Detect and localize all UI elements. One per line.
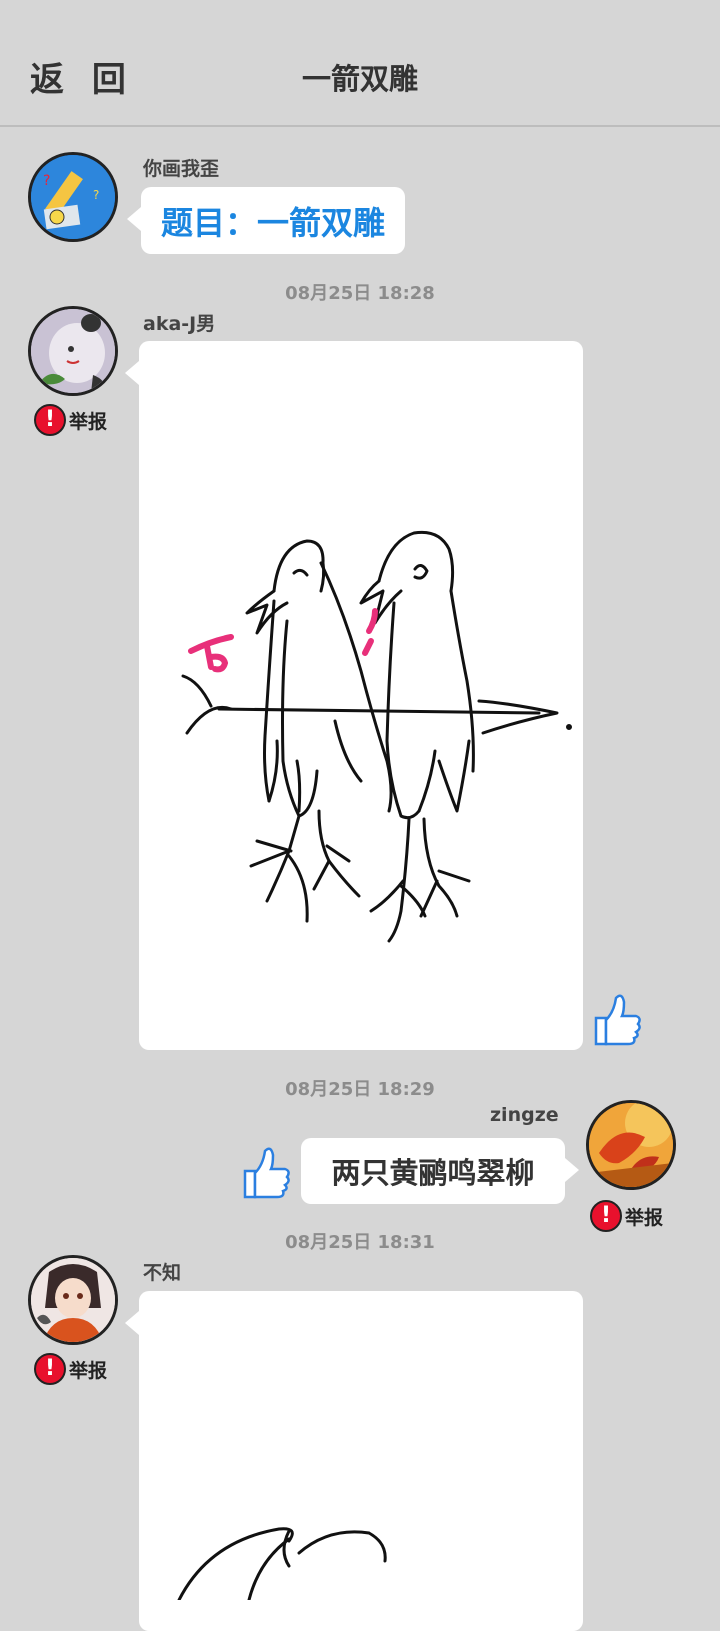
drawing-bubble[interactable] bbox=[125, 1291, 583, 1631]
drawing-canvas bbox=[181, 530, 572, 943]
top-bar: 返 回 一箭双雕 bbox=[0, 0, 720, 127]
prompt-text: 题目：一箭双雕 bbox=[160, 203, 385, 242]
report-button[interactable]: ! 举报 bbox=[34, 401, 107, 439]
system-avatar[interactable]: ? ? bbox=[28, 152, 118, 242]
prompt-bubble: 题目：一箭双雕 bbox=[127, 187, 405, 254]
exclamation-icon: ! bbox=[34, 404, 66, 436]
system-nickname: 你画我歪 bbox=[143, 158, 220, 180]
timestamp: 08月25日 18:31 bbox=[285, 1232, 435, 1253]
user-avatar[interactable] bbox=[28, 306, 118, 396]
drawing-bubble[interactable] bbox=[125, 341, 583, 1050]
report-label: 举报 bbox=[69, 410, 108, 433]
user-avatar[interactable] bbox=[586, 1100, 676, 1190]
timestamp: 08月25日 18:28 bbox=[285, 283, 435, 304]
drawing-canvas bbox=[177, 1527, 387, 1600]
user-nickname: aka-J男 bbox=[143, 313, 216, 335]
exclamation-icon: ! bbox=[34, 1353, 66, 1385]
report-label: 举报 bbox=[69, 1359, 108, 1382]
message-bubble: 两只黄鹂鸣翠柳 bbox=[301, 1138, 579, 1204]
user-nickname: zingze bbox=[490, 1104, 559, 1126]
timestamp: 08月25日 18:29 bbox=[285, 1079, 435, 1100]
user-avatar[interactable] bbox=[28, 1255, 118, 1345]
svg-text:?: ? bbox=[93, 188, 99, 202]
report-label: 举报 bbox=[625, 1206, 664, 1229]
user-nickname: 不知 bbox=[143, 1262, 182, 1284]
svg-text:?: ? bbox=[43, 173, 50, 189]
thumbs-up-icon[interactable] bbox=[241, 1143, 293, 1201]
page-title: 一箭双雕 bbox=[301, 62, 418, 96]
message-text: 两只黄鹂鸣翠柳 bbox=[331, 1156, 535, 1190]
report-button[interactable]: ! 举报 bbox=[34, 1350, 107, 1388]
thumbs-up-icon[interactable] bbox=[592, 990, 644, 1048]
